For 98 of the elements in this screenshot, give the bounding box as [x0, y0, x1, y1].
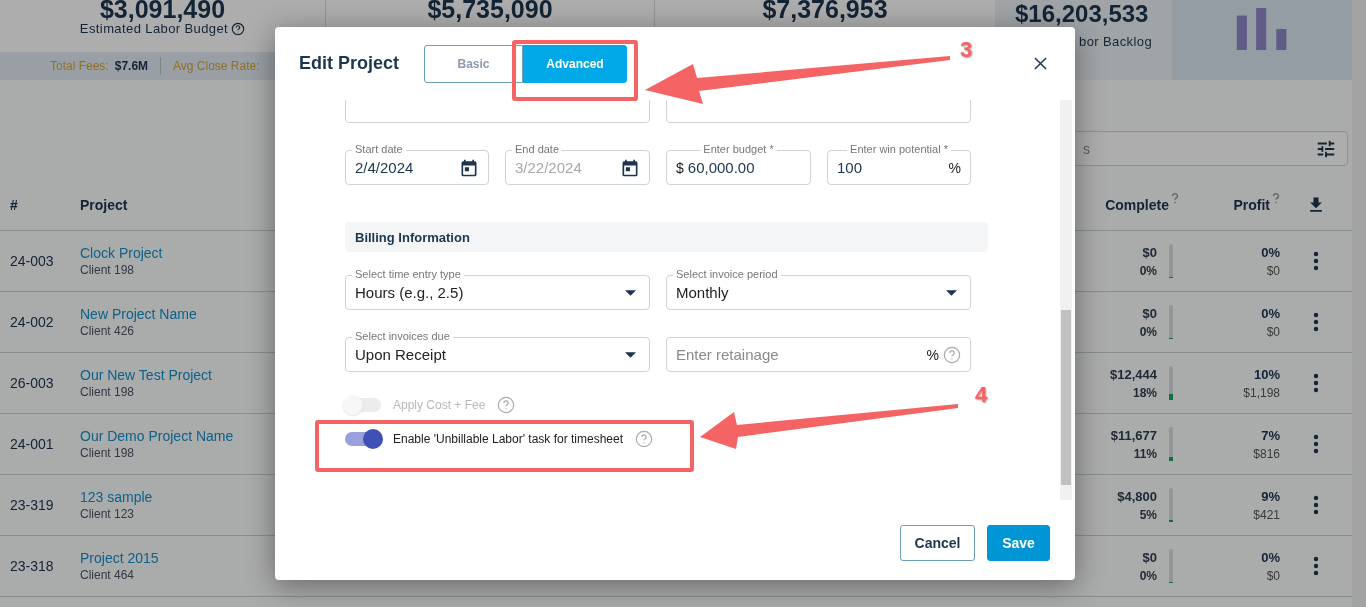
column-header: Project: [80, 197, 129, 213]
client-name: Client 198: [80, 385, 135, 399]
tab[interactable]: Advanced: [523, 44, 627, 83]
tab[interactable]: Basic: [424, 44, 523, 83]
summary-label: Avg Close Rate:: [173, 59, 260, 73]
more-options-icon[interactable]: [1313, 495, 1319, 515]
client-name: Client 198: [80, 446, 135, 460]
help-icon[interactable]: [231, 21, 246, 36]
summary-value: $7.6M: [114, 59, 149, 73]
project-link[interactable]: New Project Name: [80, 306, 197, 322]
input-field[interactable]: Enter retainage %: [666, 330, 971, 372]
project-number: 26-003: [9, 375, 55, 391]
complete-amount: $12,444: [1110, 366, 1157, 382]
complete-amount: $11,677: [1110, 427, 1157, 443]
caret-icon: [625, 289, 636, 296]
profit-percent: 0%: [1261, 244, 1280, 260]
complete-amount: $0: [1142, 244, 1157, 260]
more-options-icon[interactable]: [1313, 556, 1319, 576]
complete-percent: 0%: [1139, 263, 1157, 278]
toggle-label: Enable 'Unbillable Labor' task for timesheet: [393, 432, 624, 446]
profit-amount: $1,198: [1243, 385, 1280, 400]
client-name: Client 426: [80, 324, 135, 338]
field-label: Enter win potential *: [847, 143, 951, 156]
profit-amount: $0: [1266, 568, 1280, 583]
calendar-icon[interactable]: [620, 157, 640, 178]
section-title: Billing Information: [355, 229, 470, 245]
complete-amount: $0: [1142, 305, 1157, 321]
field-label: Select invoice period: [673, 268, 781, 281]
complete-percent: 5%: [1139, 507, 1157, 522]
complete-percent: 18%: [1132, 385, 1157, 400]
complete-amount: $0: [1142, 549, 1157, 565]
input-field[interactable]: Start date 2/4/2024: [345, 143, 489, 185]
field-label: Start date: [352, 143, 406, 156]
stat-value: $5,735,090: [427, 0, 553, 21]
project-link[interactable]: Our Demo Project Name: [80, 428, 234, 444]
profit-percent: 10%: [1253, 366, 1280, 382]
project-link[interactable]: Clock Project: [80, 245, 163, 261]
cancel-button[interactable]: Cancel: [900, 525, 975, 561]
input-field[interactable]: Enter budget * $ 60,000.00: [666, 143, 811, 185]
toggle-switch[interactable]: [345, 432, 381, 446]
more-options-icon[interactable]: [1313, 312, 1319, 332]
stat-value: $16,203,533: [1015, 2, 1150, 26]
toggle-label: Apply Cost + Fee: [393, 398, 486, 412]
profit-percent: 0%: [1261, 549, 1280, 565]
complete-percent: 0%: [1139, 568, 1157, 583]
project-number: 23-318: [9, 558, 55, 574]
client-name: Client 464: [80, 568, 135, 582]
project-number: 24-003: [9, 253, 55, 269]
input-field[interactable]: Enter win potential * 100 %: [827, 143, 971, 185]
stat-label: Estimated Labor Budget: [79, 21, 229, 36]
scrollbar[interactable]: [1060, 100, 1072, 500]
dropdown[interactable]: Select time entry type Hours (e.g., 2.5): [345, 268, 650, 310]
project-link[interactable]: 123 sample: [80, 489, 153, 505]
column-header[interactable]: Profit: [1233, 197, 1270, 213]
client-name: Client 123: [80, 507, 135, 521]
field-label: End date: [512, 143, 563, 156]
project-number: 23-319: [9, 497, 55, 513]
more-options-icon[interactable]: [1313, 434, 1319, 454]
dialog-title: Edit Project: [299, 53, 401, 74]
complete-amount: $4,800: [1117, 488, 1157, 504]
field-label: Select invoices due: [352, 330, 453, 343]
caret-icon: [625, 351, 636, 358]
profit-percent: 0%: [1261, 305, 1280, 321]
field-label: Select time entry type: [352, 268, 464, 281]
profit-amount: $0: [1266, 324, 1280, 339]
caret-icon: [946, 289, 957, 296]
percent-symbol: %: [948, 159, 961, 176]
project-link[interactable]: Project 2015: [80, 550, 159, 566]
stat-label: bor Backlog: [1079, 34, 1154, 49]
summary-label: Total Fees:: [50, 59, 109, 73]
percent-symbol: %: [926, 346, 939, 363]
more-options-icon[interactable]: [1313, 373, 1319, 393]
profit-amount: $421: [1253, 507, 1280, 522]
currency-symbol: $: [676, 159, 684, 176]
client-name: Client 198: [80, 263, 135, 277]
annotation-number: 4: [975, 382, 988, 408]
calendar-icon[interactable]: [459, 157, 479, 178]
scrollbar[interactable]: [1352, 0, 1366, 607]
more-options-icon[interactable]: [1313, 251, 1319, 271]
field-label: Enter budget *: [700, 143, 777, 156]
stat-value: $7,376,953: [762, 0, 888, 21]
project-number: 24-002: [9, 314, 55, 330]
profit-amount: $0: [1266, 263, 1280, 278]
stat-value: $3,091,490: [99, 0, 226, 21]
close-icon[interactable]: [1034, 57, 1047, 70]
column-header[interactable]: Complete: [1105, 197, 1169, 213]
project-link[interactable]: Our New Test Project: [80, 367, 212, 383]
profit-percent: 9%: [1261, 488, 1280, 504]
dropdown[interactable]: Select invoices due Upon Receipt: [345, 330, 650, 372]
profit-amount: $816: [1253, 446, 1280, 461]
dropdown[interactable]: Select invoice period Monthly: [666, 268, 971, 310]
save-button[interactable]: Save: [987, 525, 1050, 561]
annotation-number: 3: [960, 37, 973, 63]
column-header: #: [9, 197, 19, 213]
complete-percent: 0%: [1139, 324, 1157, 339]
complete-percent: 11%: [1133, 446, 1157, 461]
project-number: 24-001: [9, 436, 55, 452]
profit-percent: 7%: [1261, 427, 1280, 443]
